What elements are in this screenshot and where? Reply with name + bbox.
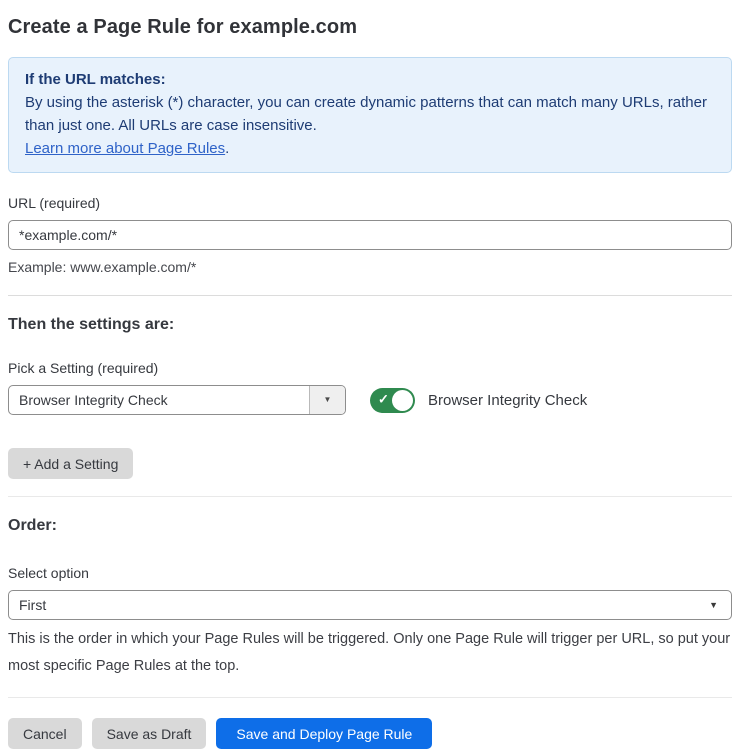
check-icon: ✓ (378, 392, 389, 408)
create-page-rule-panel: Create a Page Rule for example.com If th… (0, 0, 750, 749)
page-title: Create a Page Rule for example.com (8, 16, 732, 39)
save-and-deploy-button[interactable]: Save and Deploy Page Rule (216, 718, 432, 749)
order-select-label: Select option (8, 565, 732, 581)
order-help-text: This is the order in which your Page Rul… (8, 626, 732, 680)
cancel-button[interactable]: Cancel (8, 718, 82, 749)
order-heading: Order: (8, 517, 732, 535)
chevron-down-icon: ▼ (709, 601, 718, 610)
toggle-label: Browser Integrity Check (428, 392, 587, 409)
info-box-heading: If the URL matches: (25, 68, 715, 91)
footer-divider (8, 697, 732, 698)
order-select-value: First (9, 597, 46, 613)
section-divider (8, 295, 732, 296)
info-box-body: By using the asterisk (*) character, you… (25, 91, 715, 137)
section-divider (8, 496, 732, 497)
order-select[interactable]: First ▼ (8, 590, 732, 620)
settings-heading: Then the settings are: (8, 316, 732, 334)
info-box-link-row: Learn more about Page Rules. (25, 137, 715, 160)
link-period: . (225, 140, 229, 157)
url-match-info-box: If the URL matches: By using the asteris… (8, 57, 732, 173)
learn-more-page-rules-link[interactable]: Learn more about Page Rules (25, 140, 225, 157)
url-example-hint: Example: www.example.com/* (8, 257, 732, 278)
save-as-draft-button[interactable]: Save as Draft (92, 718, 207, 749)
add-setting-button[interactable]: + Add a Setting (8, 448, 133, 479)
footer-actions: Cancel Save as Draft Save and Deploy Pag… (8, 718, 732, 749)
browser-integrity-toggle[interactable]: ✓ (370, 388, 415, 413)
url-label: URL (required) (8, 195, 732, 211)
setting-select-value: Browser Integrity Check (9, 392, 168, 408)
setting-row: Browser Integrity Check ▼ ✓ Browser Inte… (8, 385, 732, 415)
chevron-down-icon: ▼ (324, 396, 332, 404)
toggle-knob (392, 390, 413, 411)
pick-setting-label: Pick a Setting (required) (8, 360, 732, 376)
setting-select-arrow-button[interactable]: ▼ (309, 386, 345, 414)
url-input[interactable] (8, 220, 732, 250)
toggle-group: ✓ Browser Integrity Check (370, 388, 587, 413)
setting-select[interactable]: Browser Integrity Check ▼ (8, 385, 346, 415)
